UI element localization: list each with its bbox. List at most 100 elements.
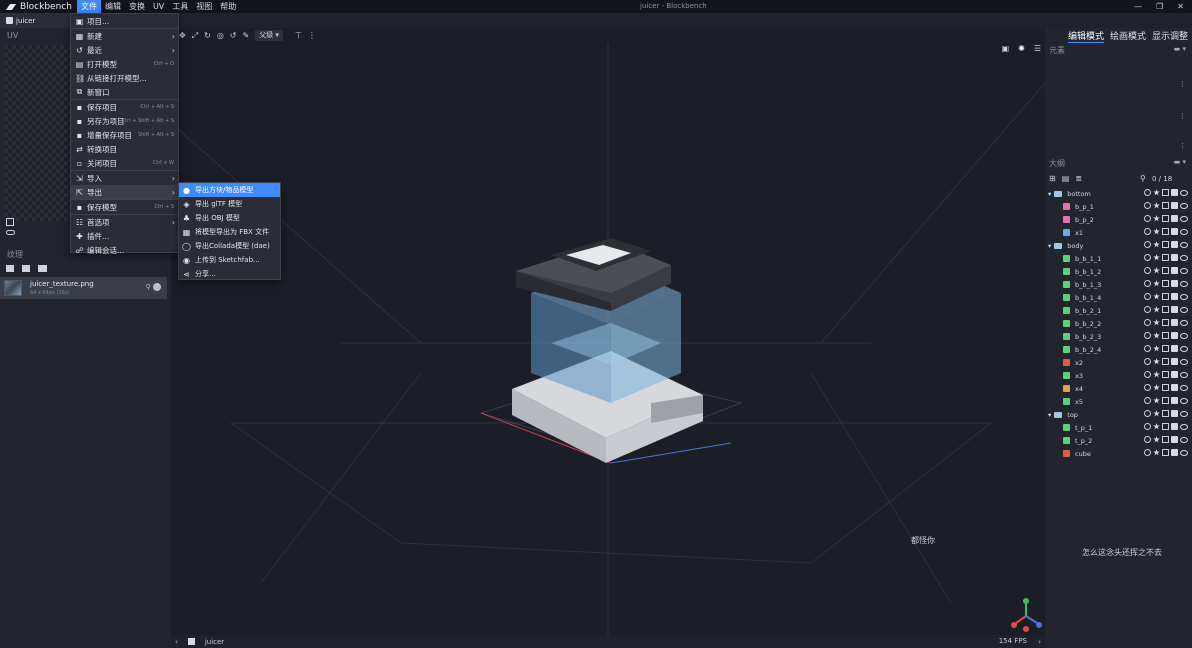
mirror-toggle-icon[interactable] [1162,306,1169,313]
visibility-toggle-icon[interactable] [1180,346,1188,352]
mirror-toggle-icon[interactable] [1162,280,1169,287]
chevron-left-icon[interactable]: ‹ [175,638,178,646]
mirror-toggle-icon[interactable] [1162,241,1169,248]
export-toggle-icon[interactable] [1144,371,1151,378]
juicer-model[interactable] [512,238,703,463]
shade-toggle-icon[interactable] [1153,267,1160,274]
menu-5[interactable]: 视图 [192,0,216,13]
shade-toggle-icon[interactable] [1153,358,1160,365]
export-toggle-icon[interactable] [1144,332,1151,339]
export-toggle-icon[interactable] [1144,345,1151,352]
file-menu-item-3[interactable]: ▤ 打开模型 Ctrl + O [71,57,178,71]
mirror-toggle-icon[interactable] [1162,228,1169,235]
export-toggle-icon[interactable] [1144,384,1151,391]
export-item-6[interactable]: ⋖ 分享... [179,267,280,281]
mirror-toggle-icon[interactable] [1162,423,1169,430]
outliner-group[interactable]: ▾ top [1045,408,1192,421]
shade-toggle-icon[interactable] [1153,306,1160,313]
file-menu-item-15[interactable]: ✚ 插件... [71,229,178,243]
lock-toggle-icon[interactable] [1171,449,1178,456]
outliner-cube[interactable]: b_b_2_4 [1045,343,1192,356]
chevron-down-icon[interactable]: ▾ [1048,411,1051,419]
export-item-4[interactable]: ◯ 导出Collada模型 (dae) [179,239,280,253]
lock-toggle-icon[interactable] [1171,423,1178,430]
outliner-group[interactable]: ▾ bottom [1045,187,1192,200]
outliner-cube[interactable]: x3 [1045,369,1192,382]
shade-toggle-icon[interactable] [1153,254,1160,261]
export-toggle-icon[interactable] [1144,215,1151,222]
lock-toggle-icon[interactable] [1171,345,1178,352]
menu-4[interactable]: 工具 [168,0,192,13]
outliner-cube[interactable]: b_b_1_4 [1045,291,1192,304]
mirror-toggle-icon[interactable] [1162,449,1169,456]
file-menu-item-8[interactable]: ▪ 增量保存项目 Shift + Alt + S [71,128,178,142]
outliner-cube[interactable]: b_b_2_3 [1045,330,1192,343]
file-menu-item-0[interactable]: ▣ 项目... [71,14,178,28]
lock-toggle-icon[interactable] [1171,202,1178,209]
export-toggle-icon[interactable] [1144,436,1151,443]
outliner-cube[interactable]: cube [1045,447,1192,460]
visibility-toggle-icon[interactable] [1180,281,1188,287]
link-icon[interactable] [6,230,15,235]
export-toggle-icon[interactable] [1144,254,1151,261]
file-menu-item-6[interactable]: ▪ 保存项目 Ctrl + Alt + S [71,100,178,114]
export-item-3[interactable]: ▦ 将模型导出为 FBX 文件 [179,225,280,239]
mirror-toggle-icon[interactable] [1162,215,1169,222]
menu-2[interactable]: 变换 [125,0,149,13]
folder-icon[interactable] [38,265,47,272]
tab-edit-mode[interactable]: 编辑模式 [1067,29,1104,43]
lock-toggle-icon[interactable] [1171,280,1178,287]
lock-toggle-icon[interactable] [1171,306,1178,313]
lock-toggle-icon[interactable] [1171,267,1178,274]
visibility-toggle-icon[interactable] [1180,203,1188,209]
lock-toggle-icon[interactable] [1171,436,1178,443]
mirror-toggle-icon[interactable] [1162,371,1169,378]
move-tool-icon[interactable]: ✥ [179,31,186,40]
outliner-cube[interactable]: t_p_2 [1045,434,1192,447]
shade-toggle-icon[interactable] [1153,449,1160,456]
mirror-toggle-icon[interactable] [1162,254,1169,261]
mirror-toggle-icon[interactable] [1162,332,1169,339]
export-toggle-icon[interactable] [1144,189,1151,196]
outliner-cube[interactable]: b_b_2_2 [1045,317,1192,330]
visibility-toggle-icon[interactable] [1180,450,1188,456]
chevron-down-icon[interactable]: ▾ [1048,242,1051,250]
more-icon[interactable]: ⋮ [1179,80,1186,88]
export-toggle-icon[interactable] [1144,228,1151,235]
visibility-toggle-icon[interactable] [1180,320,1188,326]
visibility-toggle-icon[interactable] [1180,437,1188,443]
export-toggle-icon[interactable] [1144,267,1151,274]
export-toggle-icon[interactable] [1144,319,1151,326]
visibility-toggle-icon[interactable] [1180,372,1188,378]
visibility-toggle-icon[interactable] [1180,398,1188,404]
file-menu-item-14[interactable]: ☷ 首选项 › [71,215,178,229]
shade-toggle-icon[interactable] [1153,228,1160,235]
menu-1[interactable]: 编辑 [101,0,125,13]
lock-toggle-icon[interactable] [1171,410,1178,417]
export-item-0[interactable]: ● 导出方块/物品模型 [179,183,280,197]
shade-toggle-icon[interactable] [1153,423,1160,430]
resize-tool-icon[interactable]: ⤢ [192,31,198,41]
mirror-toggle-icon[interactable] [1162,267,1169,274]
tab-paint-mode[interactable]: 绘画模式 [1110,29,1146,43]
outliner-cube[interactable]: b_p_2 [1045,213,1192,226]
export-toggle-icon[interactable] [1144,410,1151,417]
menu-6[interactable]: 帮助 [216,0,240,13]
mirror-toggle-icon[interactable] [1162,202,1169,209]
visibility-toggle-icon[interactable] [1180,385,1188,391]
shade-toggle-icon[interactable] [1153,319,1160,326]
export-toggle-icon[interactable] [1144,397,1151,404]
lock-toggle-icon[interactable] [1171,371,1178,378]
shade-toggle-icon[interactable] [1153,189,1160,196]
shade-toggle-icon[interactable] [1153,371,1160,378]
mirror-toggle-icon[interactable] [1162,358,1169,365]
rotate-tool-icon[interactable]: ↻ [204,31,211,40]
visibility-toggle-icon[interactable] [1180,359,1188,365]
pivot-tool-icon[interactable]: ◎ [217,31,224,40]
visibility-toggle-icon[interactable] [1180,255,1188,261]
texture-item[interactable]: juicer_texture.png 64 x 64px (16x) ⚲ [0,277,167,299]
lock-toggle-icon[interactable] [1171,254,1178,261]
outliner-cube[interactable]: b_b_2_1 [1045,304,1192,317]
chevron-right-icon[interactable]: › [1038,638,1041,646]
export-toggle-icon[interactable] [1144,423,1151,430]
